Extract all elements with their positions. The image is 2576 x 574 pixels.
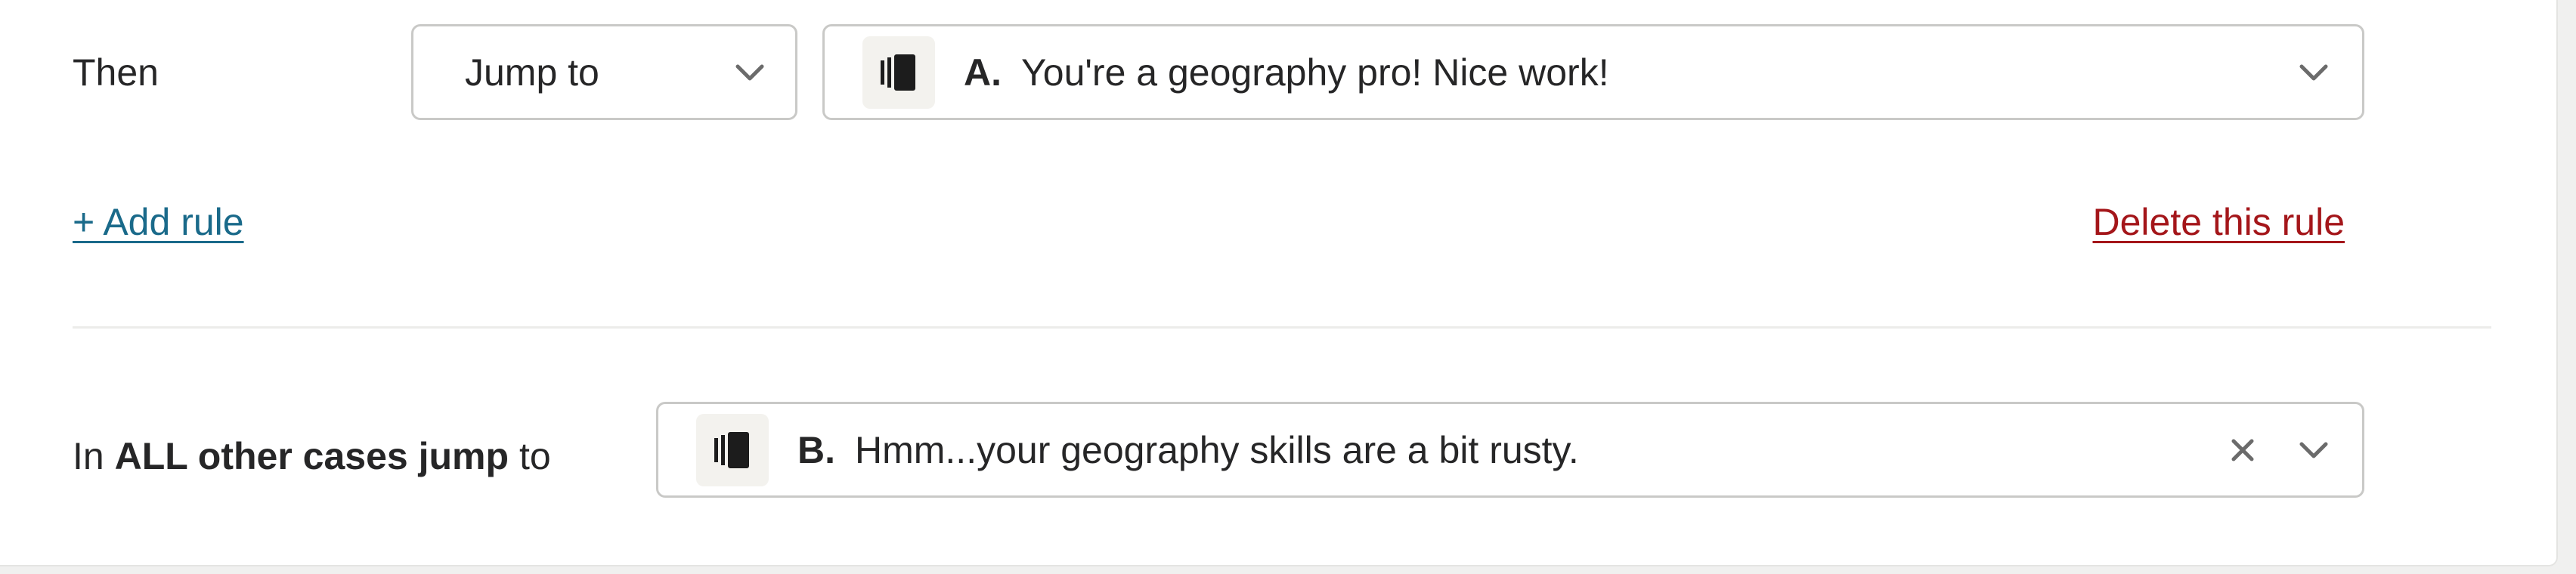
target-title: You're a geography pro! Nice work! xyxy=(1021,51,1609,94)
delete-rule-link[interactable]: Delete this rule xyxy=(2093,198,2345,246)
action-select-value: Jump to xyxy=(465,51,599,94)
then-label: Then xyxy=(73,51,159,94)
add-rule-link[interactable]: + Add rule xyxy=(73,198,244,246)
logic-rule-panel: Then Jump to A. You're a geography pro! … xyxy=(0,0,2558,566)
target-letter: A. xyxy=(964,51,1002,94)
chevron-down-icon[interactable] xyxy=(2294,53,2333,92)
chevron-down-icon xyxy=(730,53,769,92)
jump-target-select[interactable]: A. You're a geography pro! Nice work! xyxy=(822,24,2364,120)
divider xyxy=(73,326,2491,329)
fallback-target-title: Hmm...your geography skills are a bit ru… xyxy=(855,428,1579,471)
fallback-target-select[interactable]: B. Hmm...your geography skills are a bit… xyxy=(656,402,2364,498)
chevron-down-icon[interactable] xyxy=(2294,430,2333,470)
screen-icon xyxy=(862,35,935,109)
fallback-label-prefix: In xyxy=(73,435,104,477)
fallback-label: In ALL other cases jump to xyxy=(73,432,551,480)
fallback-label-bold: ALL other cases jump xyxy=(114,435,509,477)
fallback-label-suffix: to xyxy=(519,435,551,477)
close-icon[interactable] xyxy=(2223,430,2262,470)
fallback-target-letter: B. xyxy=(797,428,835,471)
screen-icon xyxy=(696,413,769,486)
action-select[interactable]: Jump to xyxy=(411,24,797,120)
